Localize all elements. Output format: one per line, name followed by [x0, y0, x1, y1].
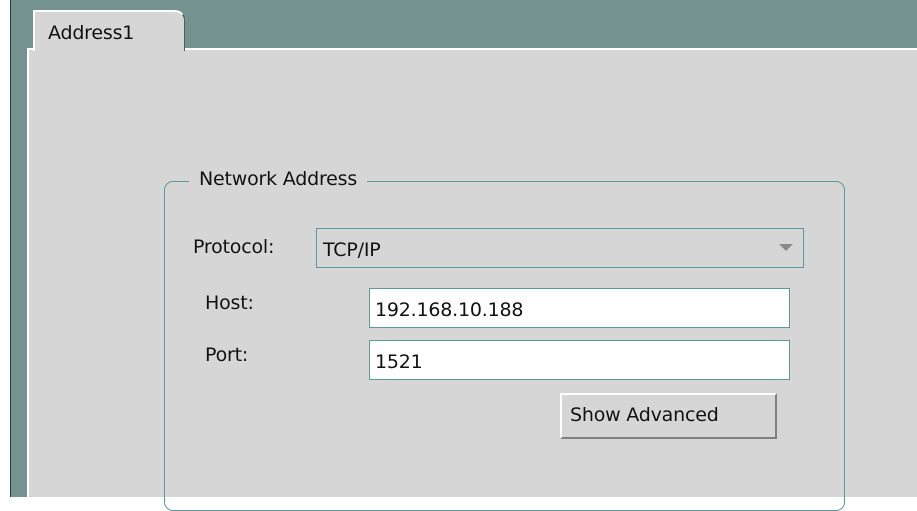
host-label: Host: [205, 292, 254, 314]
port-label: Port: [205, 344, 249, 366]
tab-address1-label: Address1 [48, 22, 135, 44]
show-advanced-button[interactable]: Show Advanced [560, 393, 777, 439]
tab-address1[interactable]: Address1 [33, 10, 185, 51]
port-input-value: 1521 [375, 351, 423, 373]
protocol-label: Protocol: [193, 236, 275, 258]
port-input[interactable]: 1521 [369, 340, 790, 380]
show-advanced-button-label: Show Advanced [570, 404, 719, 426]
protocol-select[interactable]: TCP/IP [316, 228, 804, 268]
protocol-select-value: TCP/IP [323, 239, 381, 261]
network-address-title: Network Address [189, 168, 368, 190]
chevron-down-icon[interactable] [779, 244, 793, 251]
host-input[interactable]: 192.168.10.188 [369, 288, 790, 328]
host-input-value: 192.168.10.188 [375, 299, 524, 321]
